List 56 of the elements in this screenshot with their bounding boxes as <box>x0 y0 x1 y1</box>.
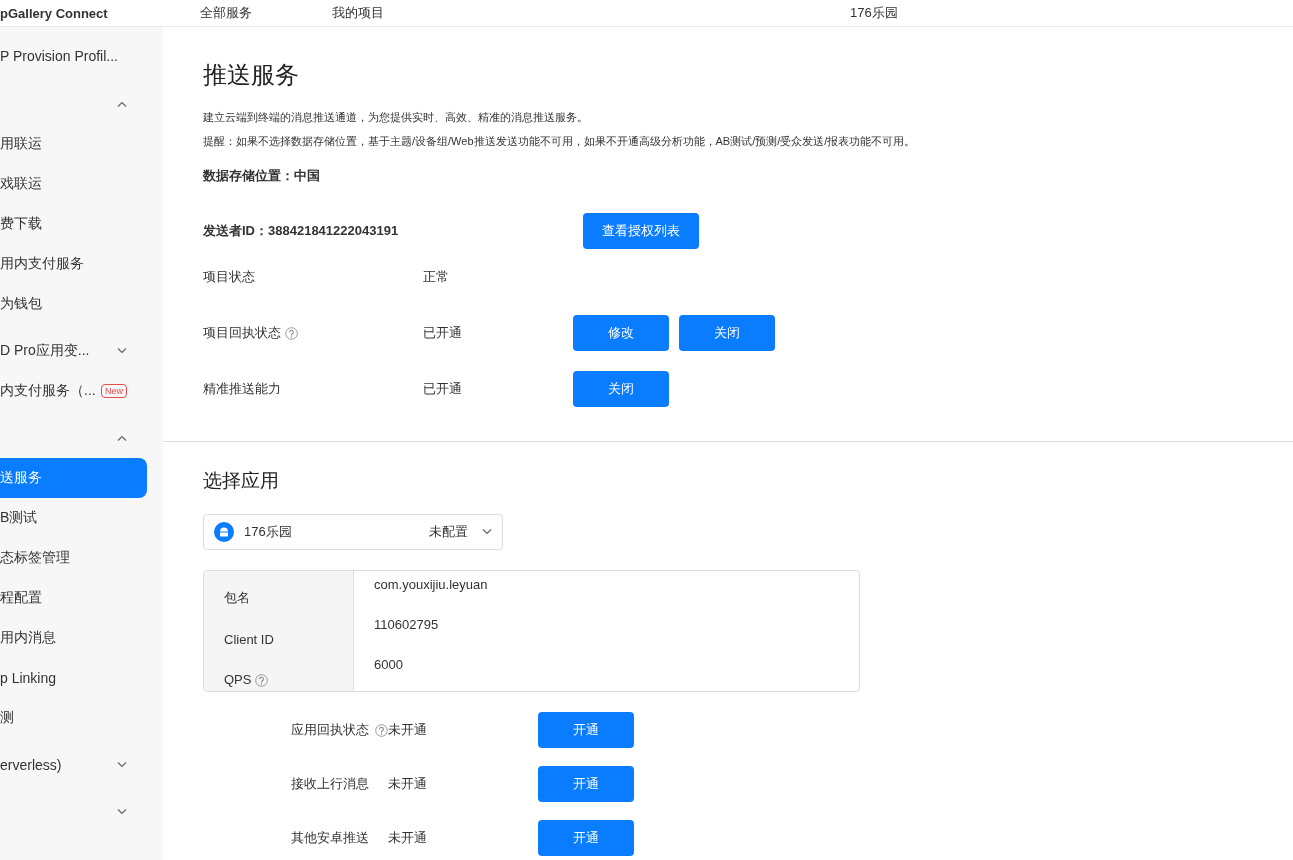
section-title: 选择应用 <box>203 469 280 493</box>
field-label: 包名 <box>224 589 250 607</box>
enable-button[interactable]: 开通 <box>538 712 634 748</box>
field-value: 6000 <box>373 656 404 674</box>
field-label: 精准推送能力 <box>203 380 281 398</box>
sidebar-item[interactable]: 用内支付服务 <box>0 244 147 284</box>
config-status: 未配置 <box>429 523 468 541</box>
status-value: 未开通 <box>388 721 428 739</box>
field-label: 项目回执状态 <box>203 324 281 342</box>
chevron-down-icon <box>482 529 492 535</box>
sidebar-item[interactable]: 戏联运 <box>0 164 147 204</box>
sidebar-group[interactable]: D Pro应用变... <box>0 331 147 371</box>
view-authorization-button[interactable]: 查看授权列表 <box>583 213 699 249</box>
action-button[interactable]: 修改 <box>573 315 669 351</box>
sidebar-item[interactable]: 内支付服务（... New <box>0 371 147 411</box>
project-name[interactable]: 176乐园 <box>850 4 898 22</box>
sidebar-item[interactable]: P Provision Profil... <box>0 36 147 76</box>
sidebar-item[interactable]: p Linking <box>0 658 147 698</box>
sidebar-item[interactable]: 用联运 <box>0 124 147 164</box>
nav-link[interactable]: 我的项目 <box>332 4 464 22</box>
status-value: 未开通 <box>388 775 428 793</box>
app-name: 176乐园 <box>244 523 293 541</box>
action-button[interactable]: 关闭 <box>679 315 775 351</box>
field-label: 其他安卓推送 <box>291 829 369 847</box>
field-label: 应用回执状态 <box>291 721 369 739</box>
sidebar-group[interactable]: erverless) <box>0 745 147 785</box>
storage-location: 数据存储位置：中国 <box>203 167 321 185</box>
description-text: 建立云端到终端的消息推送通道，为您提供实时、高效、精准的消息推送服务。 <box>203 110 589 125</box>
status-value: 正常 <box>423 268 450 286</box>
new-badge: New <box>101 384 127 398</box>
sidebar-item[interactable]: 态标签管理 <box>0 538 147 578</box>
status-value: 已开通 <box>423 324 463 342</box>
status-value: 已开通 <box>423 380 463 398</box>
enable-button[interactable]: 开通 <box>538 820 634 856</box>
status-value: 未开通 <box>388 829 428 847</box>
app-select[interactable]: 176乐园 未配置 <box>203 514 503 550</box>
sidebar-item[interactable]: 送服务 <box>0 458 147 498</box>
field-value: 110602795 <box>373 616 440 634</box>
notice-text: 提醒：如果不选择数据存储位置，基于主题/设备组/Web推送发送功能不可用，如果不开通高级分析功能，AB测试/预测/受众发送/报表功能不可用。 <box>203 134 917 149</box>
app-title: pGallery Connect <box>0 5 109 21</box>
sidebar-item[interactable]: 测 <box>0 698 147 738</box>
field-label: QPS <box>224 672 252 687</box>
sidebar-item[interactable]: 费下载 <box>0 204 147 244</box>
sidebar-item[interactable]: 为钱包 <box>0 284 147 324</box>
sidebar-item[interactable]: B测试 <box>0 498 147 538</box>
sidebar-item[interactable]: 用内消息 <box>0 618 147 658</box>
nav-link[interactable]: 全部服务 <box>200 4 332 22</box>
enable-button[interactable]: 开通 <box>538 766 634 802</box>
sender-id: 发送者ID：388421841222043191 <box>203 222 400 240</box>
field-value: com.youxijiu.leyuan <box>373 576 489 594</box>
page-title: 推送服务 <box>203 60 300 90</box>
field-label: 接收上行消息 <box>291 775 369 793</box>
sidebar-item[interactable]: 程配置 <box>0 578 147 618</box>
action-button[interactable]: 关闭 <box>573 371 669 407</box>
field-label: Client ID <box>224 632 274 647</box>
field-label: 项目状态 <box>203 268 255 286</box>
